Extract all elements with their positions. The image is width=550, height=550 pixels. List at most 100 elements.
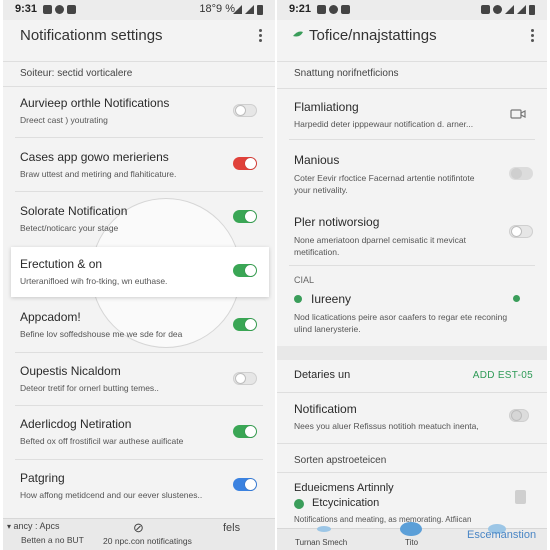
app-icon bbox=[341, 5, 350, 14]
page-title: Tofice/nnajstattings bbox=[309, 27, 437, 44]
toggle-switch[interactable] bbox=[509, 225, 533, 238]
toggle-switch[interactable] bbox=[233, 157, 257, 170]
section-header: Sorten apstroeteicen bbox=[294, 455, 387, 466]
setting-title: Iureeny bbox=[311, 292, 352, 306]
location-pin-icon bbox=[294, 295, 302, 303]
divider bbox=[277, 392, 547, 393]
setting-subtitle: Betect/noticarc your stage bbox=[20, 223, 119, 233]
file-icon[interactable] bbox=[515, 490, 526, 504]
more-options-icon[interactable] bbox=[529, 29, 535, 43]
setting-subtitle: Deteor tretif for ornerl butting temes.. bbox=[20, 383, 159, 393]
setting-subtitle: Nees you aluer Refissus notitioh meatuch… bbox=[294, 421, 479, 431]
destinations-row: Detaries un ADD EST-05 bbox=[277, 369, 547, 389]
toggle-switch[interactable] bbox=[233, 104, 257, 117]
notification-icon bbox=[493, 5, 502, 14]
more-options-icon[interactable] bbox=[257, 29, 263, 43]
bottom-navigation: ▾ ancy : Apcs Betten a no BUT ⊘ 20 npc.c… bbox=[3, 518, 275, 550]
divider bbox=[15, 459, 263, 460]
wifi-icon bbox=[233, 5, 242, 14]
chevron-down-icon: ▾ bbox=[7, 522, 12, 531]
setting-title: Patgring bbox=[20, 471, 65, 485]
setting-title: Solorate Notification bbox=[20, 204, 128, 218]
nav-dot-icon bbox=[317, 526, 331, 532]
setting-row[interactable]: Notificatiom Nees you aluer Refissus not… bbox=[277, 402, 547, 438]
toggle-switch[interactable] bbox=[509, 167, 533, 180]
app-icon bbox=[329, 5, 338, 14]
app-bar: Notificationm settings bbox=[3, 20, 275, 60]
nav-sublabel: Betten a no BUT bbox=[21, 535, 84, 545]
setting-row[interactable]: Solorate Notification Betect/noticarc yo… bbox=[3, 204, 275, 244]
setting-row-highlighted[interactable]: Erectution & on Urteranifloed wih fro-tk… bbox=[3, 257, 275, 297]
setting-title: Erectution & on bbox=[20, 257, 103, 271]
left-screen: 9:31 18°9 % Notificationm settings Soite… bbox=[3, 0, 275, 550]
divider bbox=[15, 352, 263, 353]
video-icon[interactable] bbox=[510, 108, 526, 120]
signal-icon bbox=[245, 5, 254, 14]
setting-row[interactable]: Aderlicdog Netiration Befted ox off fros… bbox=[3, 417, 275, 457]
setting-row[interactable]: Patgring How affong metidcend and our ee… bbox=[3, 471, 275, 511]
setting-subtitle: Befine lov soffedshouse me we sde for de… bbox=[20, 329, 183, 339]
right-screen: 9:21 Tofice/nnajstattings Snattung norif… bbox=[277, 0, 547, 550]
setting-row[interactable]: Cases app gowo merieriens Braw uttest an… bbox=[3, 150, 275, 190]
back-leaf-icon[interactable] bbox=[291, 30, 305, 42]
setting-title: Flamliationg bbox=[294, 100, 359, 114]
battery-icon bbox=[529, 5, 535, 15]
setting-title: Manious bbox=[294, 153, 340, 167]
setting-subtitle: How affong metidcend and our eever slust… bbox=[20, 490, 203, 500]
setting-row[interactable]: Pler notiworsiog None ameriatoon dparnel… bbox=[277, 215, 547, 261]
toggle-switch[interactable] bbox=[233, 264, 257, 277]
setting-subtitle: Braw uttest and metiring and flahiticatu… bbox=[20, 169, 177, 179]
app-icon bbox=[67, 5, 76, 14]
status-time: 9:21 bbox=[289, 3, 312, 15]
check-icon bbox=[294, 499, 304, 509]
setting-title: Appcadom! bbox=[20, 310, 81, 324]
toggle-switch[interactable] bbox=[233, 210, 257, 223]
battery-icon bbox=[257, 5, 263, 15]
section-label: CIAL bbox=[294, 275, 315, 285]
system-icons bbox=[481, 5, 535, 15]
setting-title: Cases app gowo merieriens bbox=[20, 150, 169, 164]
bottom-navigation: Turnan Smech Tito Escemanstion bbox=[277, 522, 547, 550]
setting-row[interactable]: Oupestis Nicaldom Deteor tretif for orne… bbox=[3, 364, 275, 404]
nav-item-right[interactable]: Escemanstion bbox=[467, 529, 536, 541]
nav-label-notifications[interactable]: 20 npc.con notificatings bbox=[103, 536, 192, 546]
education-row[interactable]: Edueicmens Artinnly Etcycinication Notif… bbox=[277, 482, 547, 526]
app-icon bbox=[43, 5, 52, 14]
divider bbox=[15, 137, 263, 138]
nav-item-apps[interactable]: ▾ ancy : Apcs bbox=[7, 521, 60, 531]
toggle-switch[interactable] bbox=[233, 425, 257, 438]
setting-subtitle: Urteranifloed wih fro-tking, wn euthase. bbox=[20, 276, 168, 286]
no-sign-icon[interactable]: ⊘ bbox=[133, 520, 144, 536]
divider bbox=[277, 443, 547, 444]
setting-subtitle: Notifications and meating, as memorating… bbox=[294, 515, 472, 524]
divider bbox=[3, 61, 275, 62]
status-bar: 9:21 bbox=[277, 0, 547, 20]
toggle-switch[interactable] bbox=[233, 478, 257, 491]
divider bbox=[289, 265, 535, 266]
divider bbox=[277, 88, 547, 89]
section-header: Snattung norifnetficions bbox=[294, 68, 399, 79]
setting-subtitle: Coter Eevir rfoctice Facernad artentie n… bbox=[294, 173, 475, 195]
toggle-switch[interactable] bbox=[233, 372, 257, 385]
setting-row[interactable]: Flamliationg Harpedid deter ipppewaur no… bbox=[277, 100, 547, 136]
setting-row[interactable]: Appcadom! Befine lov soffedshouse me we … bbox=[3, 310, 275, 350]
status-time: 9:31 bbox=[15, 3, 38, 15]
setting-row[interactable]: Aurvieep orthle Notifications Dreect cas… bbox=[3, 96, 275, 136]
toggle-switch[interactable] bbox=[509, 409, 529, 422]
setting-title: Aderlicdog Netiration bbox=[20, 417, 132, 431]
nav-item-fels[interactable]: fels bbox=[223, 522, 240, 534]
add-button[interactable]: ADD EST-05 bbox=[473, 370, 533, 381]
section-header: Soiteur: sectid vorticalere bbox=[20, 68, 133, 79]
nav-item-left[interactable]: Turnan Smech bbox=[295, 538, 347, 547]
home-icon[interactable] bbox=[400, 522, 422, 536]
destinations-label: Detaries un bbox=[294, 369, 351, 381]
divider bbox=[15, 405, 263, 406]
setting-row[interactable]: Iureeny Nod licatications peire asor caa… bbox=[277, 292, 547, 340]
status-bar: 9:31 18°9 % bbox=[3, 0, 275, 20]
setting-row[interactable]: Manious Coter Eevir rfoctice Facernad ar… bbox=[277, 153, 547, 199]
nav-item-mid[interactable]: Tito bbox=[405, 538, 418, 547]
setting-subtitle: Befted ox off frostificil war authese au… bbox=[20, 436, 184, 446]
setting-title: Aurvieep orthle Notifications bbox=[20, 96, 170, 110]
toggle-switch[interactable] bbox=[233, 318, 257, 331]
page-title: Notificationm settings bbox=[20, 27, 163, 44]
